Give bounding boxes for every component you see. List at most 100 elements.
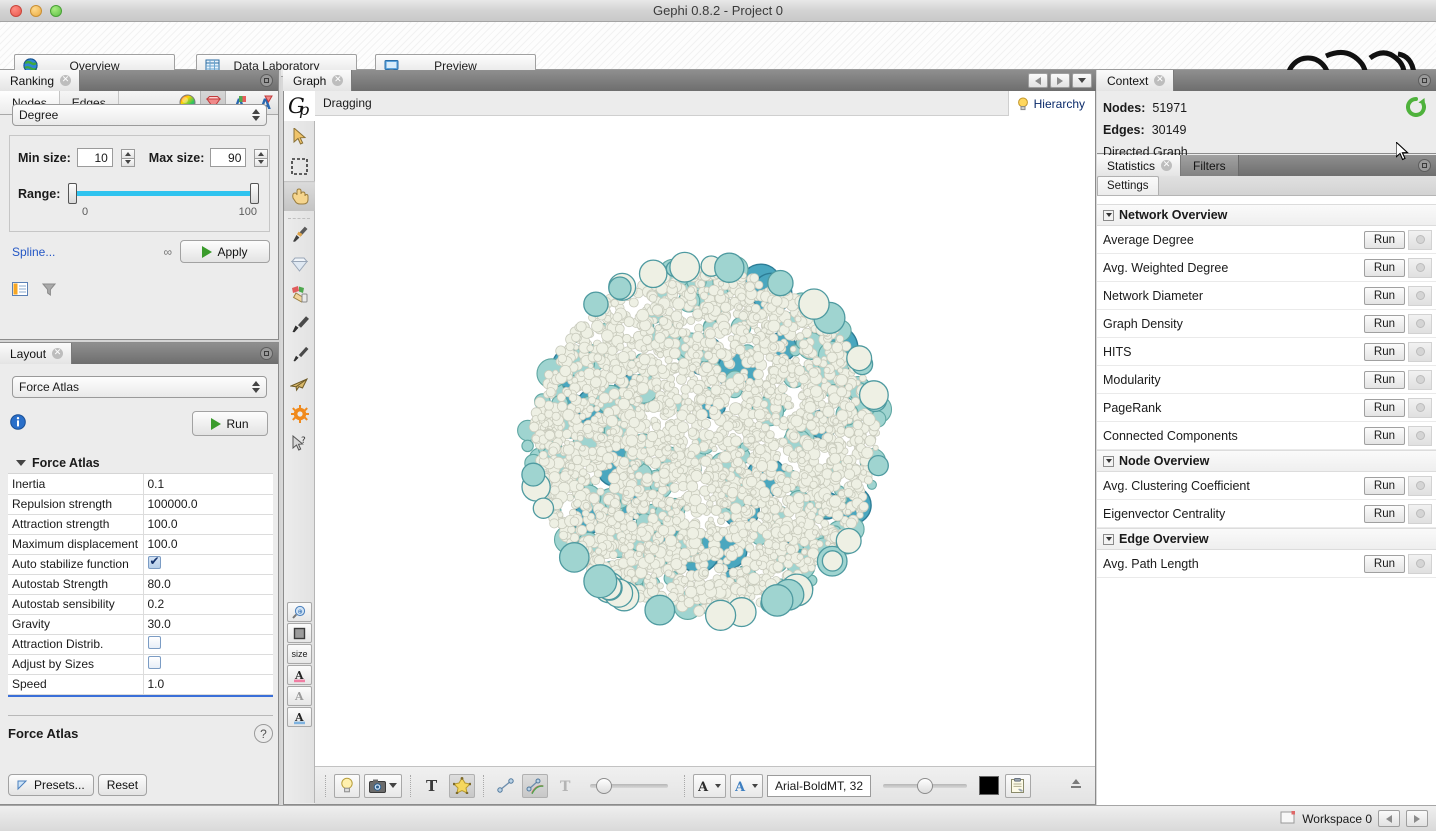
edge-labels-button[interactable]: T — [552, 774, 578, 798]
statistics-run-button[interactable]: Run — [1363, 286, 1405, 305]
collapse-toggle-icon[interactable] — [1103, 455, 1114, 467]
layout-property-row[interactable]: Autostab Strength 80.0 — [8, 574, 273, 595]
layout-property-value[interactable]: 80.0 — [143, 574, 273, 595]
maximize-panel-icon[interactable] — [260, 74, 273, 87]
range-slider-max-handle[interactable] — [250, 183, 259, 204]
scroll-left-button[interactable] — [1028, 73, 1048, 88]
tab-graph[interactable]: Graph ✕ — [283, 70, 353, 91]
node-labels-button[interactable]: T — [419, 774, 445, 798]
size-label-icon[interactable]: size — [287, 644, 312, 664]
chevron-down-icon[interactable] — [715, 783, 721, 788]
tab-context[interactable]: Context ✕ — [1097, 70, 1175, 91]
layout-property-row[interactable]: Auto stabilize function — [8, 554, 273, 575]
statistics-report-button[interactable] — [1408, 285, 1432, 306]
max-size-input[interactable]: 90 — [210, 148, 247, 167]
color-swatch[interactable] — [979, 776, 1000, 795]
statistics-report-button[interactable] — [1408, 229, 1432, 250]
statistics-report-button[interactable] — [1408, 257, 1432, 278]
statistics-report-button[interactable] — [1408, 341, 1432, 362]
statistics-report-button[interactable] — [1408, 553, 1432, 574]
chevron-down-icon[interactable] — [389, 783, 397, 788]
airplane-icon[interactable] — [284, 369, 315, 399]
statistics-group-header[interactable]: Network Overview — [1097, 204, 1436, 226]
statistics-run-button[interactable]: Run — [1363, 398, 1405, 417]
zoom-magnifier-icon[interactable]: ⊕ — [287, 602, 312, 622]
edge-color-button[interactable] — [522, 773, 548, 798]
min-size-input[interactable]: 10 — [76, 148, 113, 167]
network-visualization[interactable] — [315, 116, 1095, 766]
statistics-run-button[interactable]: Run — [1363, 342, 1405, 361]
layout-property-row[interactable]: Repulsion strength 100000.0 — [8, 494, 273, 515]
layout-run-button[interactable]: Run — [192, 411, 268, 436]
statistics-run-button[interactable]: Run — [1363, 504, 1405, 523]
statistics-run-button[interactable]: Run — [1363, 370, 1405, 389]
layout-property-row[interactable]: Autostab sensibility 0.2 — [8, 594, 273, 615]
font-color-blue-button[interactable]: A — [730, 773, 763, 798]
label-grey-a-icon[interactable]: A — [287, 686, 312, 706]
chevron-down-icon[interactable] — [752, 783, 758, 788]
close-icon[interactable]: ✕ — [332, 75, 344, 86]
statistics-run-button[interactable]: Run — [1363, 230, 1405, 249]
range-slider[interactable] — [68, 183, 259, 204]
help-icon[interactable]: ? — [254, 724, 273, 743]
layout-property-checkbox[interactable] — [147, 554, 161, 569]
ranking-list-view-icon[interactable] — [12, 282, 28, 299]
pencil-edit-icon[interactable] — [284, 309, 315, 339]
range-slider-min-handle[interactable] — [68, 183, 78, 204]
brush-paint-icon[interactable] — [284, 219, 315, 249]
layout-property-row[interactable]: Inertia 0.1 — [8, 474, 273, 495]
hand-drag-icon[interactable] — [284, 181, 315, 211]
info-icon[interactable] — [10, 414, 26, 433]
layout-property-row[interactable]: Gravity 30.0 — [8, 614, 273, 635]
layout-property-value[interactable]: 1.0 — [143, 674, 273, 695]
scroll-right-button[interactable] — [1050, 73, 1070, 88]
rectangle-selection-icon[interactable] — [284, 151, 315, 181]
statistics-run-button[interactable]: Run — [1363, 554, 1405, 573]
maximize-panel-icon[interactable] — [1418, 159, 1431, 172]
filter-funnel-icon[interactable] — [41, 282, 57, 299]
tab-list-dropdown-button[interactable] — [1072, 73, 1092, 88]
cursor-help-icon[interactable]: ? — [284, 429, 315, 459]
statistics-report-button[interactable] — [1408, 425, 1432, 446]
tab-ranking[interactable]: Ranking ✕ — [0, 70, 81, 91]
layout-property-value[interactable] — [143, 634, 273, 655]
node-square-icon[interactable] — [287, 623, 312, 643]
collapse-toggle-icon[interactable] — [1103, 209, 1114, 221]
layout-property-checkbox[interactable] — [147, 636, 161, 649]
layout-property-value[interactable]: 30.0 — [143, 614, 273, 635]
layout-property-checkbox[interactable] — [147, 656, 161, 669]
font-color-dark-button[interactable]: A — [693, 773, 726, 798]
maximize-panel-icon[interactable] — [260, 347, 273, 360]
graph-canvas[interactable] — [315, 116, 1095, 766]
pencil-small-icon[interactable] — [284, 339, 315, 369]
force-atlas-group-header[interactable]: Force Atlas — [8, 453, 273, 474]
label-color-a-icon[interactable]: A — [287, 665, 312, 685]
layout-property-row[interactable]: Maximum displacement 100.0 — [8, 534, 273, 555]
statistics-group-header[interactable]: Edge Overview — [1097, 528, 1436, 550]
statistics-report-button[interactable] — [1408, 475, 1432, 496]
statistics-report-button[interactable] — [1408, 313, 1432, 334]
layout-property-value[interactable]: 100.0 — [143, 534, 273, 555]
screenshot-button[interactable] — [364, 773, 402, 798]
statistics-run-button[interactable]: Run — [1363, 314, 1405, 333]
edge-toggle-button[interactable] — [492, 774, 518, 798]
tab-layout[interactable]: Layout ✕ — [0, 343, 73, 364]
ranking-attribute-select[interactable]: Degree — [12, 104, 267, 126]
label-size-slider[interactable] — [590, 776, 668, 796]
layout-property-value[interactable] — [143, 654, 273, 675]
close-icon[interactable]: ✕ — [52, 348, 64, 359]
layout-property-row[interactable]: Attraction strength 100.0 — [8, 514, 273, 535]
statistics-report-button[interactable] — [1408, 397, 1432, 418]
apply-button[interactable]: Apply — [180, 240, 270, 263]
spline-link[interactable]: Spline... — [12, 245, 55, 259]
layout-property-value[interactable]: 0.2 — [143, 594, 273, 615]
layout-property-value[interactable] — [143, 554, 273, 575]
layout-property-value[interactable]: 100000.0 — [143, 494, 273, 515]
diamond-size-tool-icon[interactable] — [284, 249, 315, 279]
opacity-slider[interactable] — [883, 776, 968, 796]
presets-button[interactable]: Presets... — [8, 774, 94, 796]
refresh-green-icon[interactable] — [1406, 97, 1426, 120]
statistics-run-button[interactable]: Run — [1363, 258, 1405, 277]
statistics-report-button[interactable] — [1408, 369, 1432, 390]
statistics-run-button[interactable]: Run — [1363, 476, 1405, 495]
